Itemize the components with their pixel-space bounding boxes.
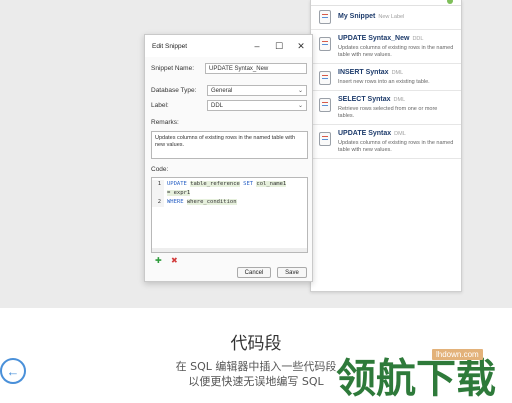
snippet-icon [319,9,331,24]
code-keyword: WHERE [167,199,184,205]
code-token: col_name1 [256,181,287,187]
snippet-label: DML [391,70,404,76]
remarks-textarea[interactable]: Updates columns of existing rows in the … [151,131,308,159]
watermark-url: lhdown.com [432,349,483,360]
snippet-icon [319,132,331,146]
snippet-name-input[interactable]: UPDATE Syntax_New [205,63,307,74]
snippet-title: UPDATE Syntax_New [338,35,410,42]
dialog-title: Edit Snippet [152,42,188,50]
maximize-button[interactable]: ☐ [268,35,290,57]
snippet-title: SELECT Syntax [338,96,391,103]
snippet-item[interactable]: SELECT Syntax DML Retrieve rows selected … [311,91,461,125]
horizontal-scrollbar[interactable] [152,248,307,252]
line-number: 1 [152,180,164,189]
chevron-down-icon: ⌄ [297,88,303,94]
code-token: = expr1 [167,190,191,196]
snippet-label: DDL [412,36,424,42]
remarks-label: Remarks: [151,119,179,126]
close-button[interactable]: ✕ [290,35,312,57]
refresh-icon[interactable] [447,0,453,4]
snippet-item[interactable]: UPDATE Syntax_New DDL Updates columns of … [311,30,461,64]
minimize-button[interactable]: – [246,35,268,57]
cancel-button[interactable]: Cancel [237,267,271,278]
database-type-value: General [211,87,233,94]
snippet-title: My Snippet [338,12,376,20]
code-label: Code: [151,166,169,173]
edit-snippet-dialog: Edit Snippet – ☐ ✕ Snippet Name: UPDATE … [144,34,313,282]
save-button[interactable]: Save [277,267,307,278]
snippet-description: Retrieve rows selected from one or more … [338,106,438,119]
code-actions: ✚ ✖ [155,257,181,265]
label-label: Label: [151,102,169,109]
database-type-label: Database Type: [151,87,197,94]
snippet-panel: My Snippet New Label UPDATE Syntax_New DDL… [310,0,462,292]
label-select[interactable]: DDL ⌄ [207,100,307,111]
dialog-titlebar[interactable]: Edit Snippet – ☐ ✕ [145,35,312,57]
snippet-item[interactable]: INSERT Syntax DML Insert new rows into an… [311,64,461,91]
snippet-icon [319,71,331,85]
line-number: 2 [152,198,164,207]
snippet-title: INSERT Syntax [338,69,389,76]
snippet-item[interactable]: UPDATE Syntax DML Updates columns of exis… [311,125,461,159]
code-keyword: UPDATE [167,181,187,187]
add-placeholder-icon[interactable]: ✚ [155,257,165,265]
snippet-icon [319,98,331,112]
snippet-label: New Label [378,13,405,20]
snippet-title: UPDATE Syntax [338,130,392,137]
snippet-description: Updates columns of existing rows in the … [338,45,454,58]
snippet-item[interactable]: My Snippet New Label [311,6,461,30]
database-type-select[interactable]: General ⌄ [207,85,307,96]
snippet-label: DML [393,97,406,103]
snippet-label: DML [394,131,406,137]
snippet-search-strip [311,0,461,6]
snippet-icon [319,37,331,51]
code-token: where_condition [186,199,237,205]
line-number-blank [152,189,164,198]
snippet-description: Updates columns of existing rows in the … [338,140,454,153]
code-keyword: SET [243,181,254,187]
remove-placeholder-icon[interactable]: ✖ [171,257,181,265]
previous-button[interactable]: ← [0,358,26,384]
snippet-name-label: Snippet Name: [151,65,194,72]
code-token: table_reference [190,181,240,187]
label-value: DDL [211,102,224,109]
chevron-down-icon: ⌄ [297,103,303,109]
code-editor[interactable]: 1 UPDATE table_reference SET col_name1 =… [151,177,308,253]
arrow-left-icon: ← [6,363,20,379]
snippet-description: Insert new rows into an existing table. [338,79,430,85]
